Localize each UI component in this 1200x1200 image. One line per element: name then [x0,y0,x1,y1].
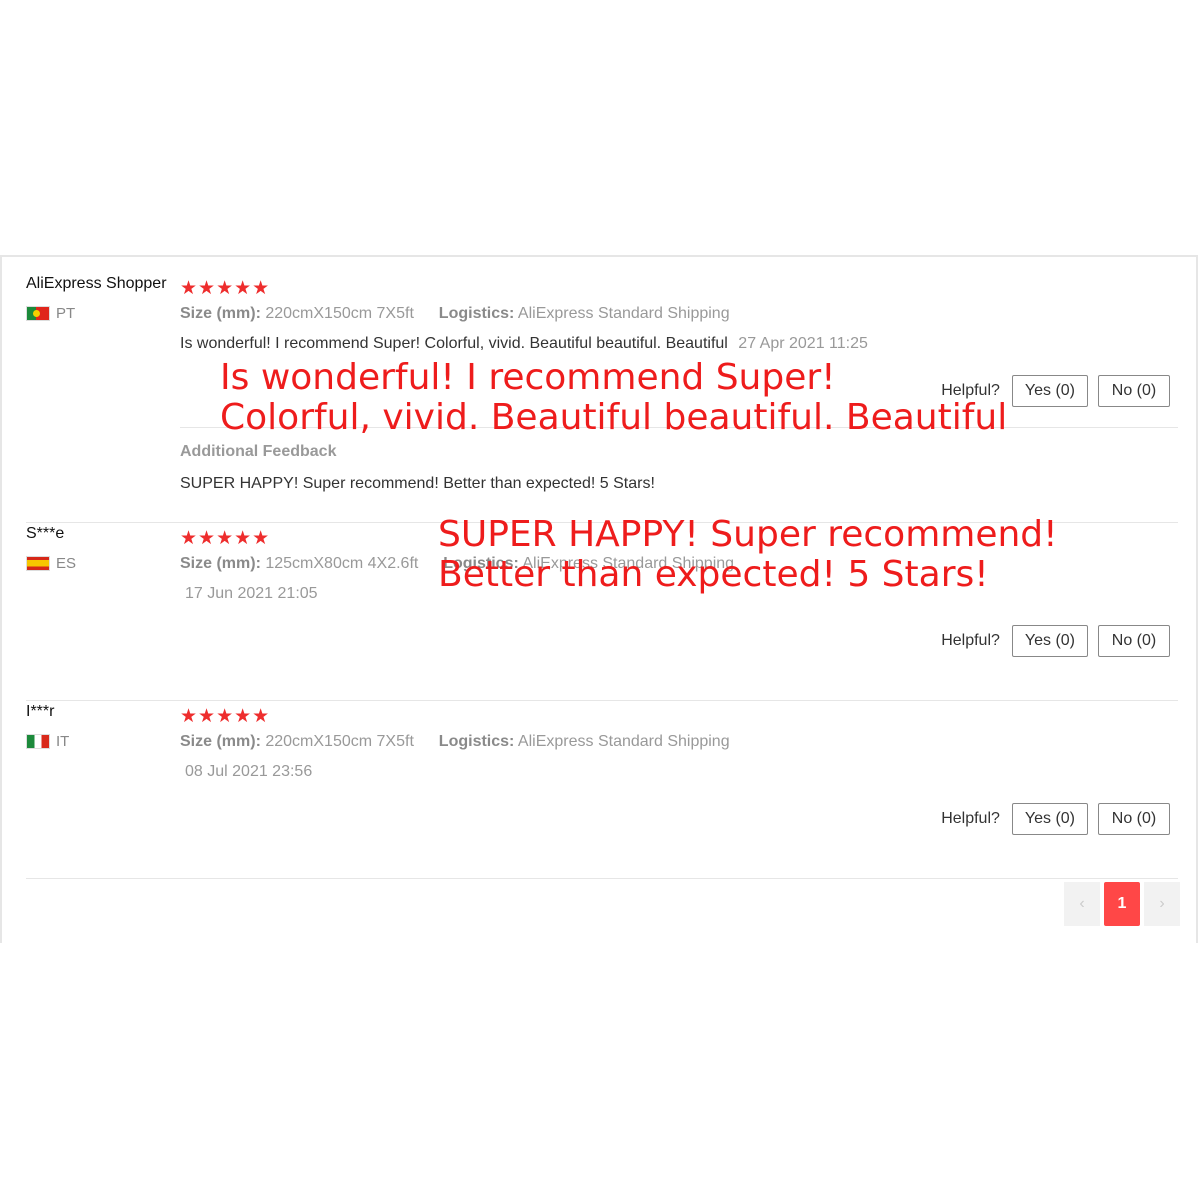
overlay-line: SUPER HAPPY! Super recommend! [438,514,1058,555]
helpful-yes-button[interactable]: Yes (0) [1011,625,1088,657]
pagination: ‹ 1 › [1064,882,1180,926]
size-label: Size (mm): [180,733,261,750]
reviewer-name: AliExpress Shopper [26,275,167,292]
helpful-no-button[interactable]: No (0) [1098,375,1170,407]
review-date: 08 Jul 2021 23:56 [185,763,313,780]
overlay-line: Better than expected! 5 Stars! [438,554,989,595]
helpful-label: Helpful? [941,810,1000,827]
helpful-vote: Helpful? Yes (0) No (0) [941,625,1170,657]
review-meta: Size (mm): 220cmX150cm 7X5ft Logistics: … [180,733,730,751]
review-text-line: Is wonderful! I recommend Super! Colorfu… [180,335,868,353]
helpful-no-button[interactable]: No (0) [1098,803,1170,835]
star-rating: ★★★★★ [180,528,271,549]
helpful-vote: Helpful? Yes (0) No (0) [941,803,1170,835]
size-value: 220cmX150cm 7X5ft [265,733,414,750]
helpful-yes-button[interactable]: Yes (0) [1011,375,1088,407]
star-rating: ★★★★★ [180,706,271,727]
country-code: PT [56,305,76,322]
logistics-label: Logistics: [438,733,515,750]
reviewer-name: I***r [26,703,55,720]
review-date: 17 Jun 2021 21:05 [185,585,318,602]
overlay-line: Is wonderful! I recommend Super! [220,357,836,398]
reviewer-name: S***e [26,525,65,542]
portugal-flag-icon [26,306,50,321]
helpful-yes-button[interactable]: Yes (0) [1011,803,1088,835]
logistics-value: AliExpress Standard Shipping [517,733,730,750]
logistics-value: AliExpress Standard Shipping [517,305,730,322]
size-label: Size (mm): [180,555,261,572]
helpful-no-button[interactable]: No (0) [1098,625,1170,657]
review-meta: Size (mm): 220cmX150cm 7X5ft Logistics: … [180,305,730,323]
review-text: Is wonderful! I recommend Super! Colorfu… [180,335,728,352]
italy-flag-icon [26,734,50,749]
size-label: Size (mm): [180,305,261,322]
star-rating: ★★★★★ [180,278,271,299]
country-code: ES [56,555,77,572]
prev-page-button[interactable]: ‹ [1064,882,1100,926]
additional-feedback-text: SUPER HAPPY! Super recommend! Better tha… [180,475,655,492]
helpful-label: Helpful? [941,632,1000,649]
overlay-caption-first: Is wonderful! I recommend Super! Colorfu… [220,358,1007,438]
overlay-caption-second: SUPER HAPPY! Super recommend! Better tha… [438,515,1058,595]
overlay-line: Colorful, vivid. Beautiful beautiful. Be… [220,397,1008,438]
additional-feedback-title: Additional Feedback [180,443,337,460]
page-number-button[interactable]: 1 [1104,882,1140,926]
reviewer-country: ES [26,555,76,572]
divider [26,878,1178,879]
review-date: 27 Apr 2021 11:25 [738,335,868,352]
country-code: IT [56,733,70,750]
logistics-label: Logistics: [438,305,515,322]
reviewer-country: IT [26,733,69,750]
size-value: 220cmX150cm 7X5ft [265,305,414,322]
size-value: 125cmX80cm 4X2.6ft [265,555,419,572]
review-item: I***r IT ★★★★★ Size (mm): 220cmX150cm 7X… [26,701,1178,879]
spain-flag-icon [26,556,50,571]
next-page-button[interactable]: › [1144,882,1180,926]
reviewer-country: PT [26,305,75,322]
